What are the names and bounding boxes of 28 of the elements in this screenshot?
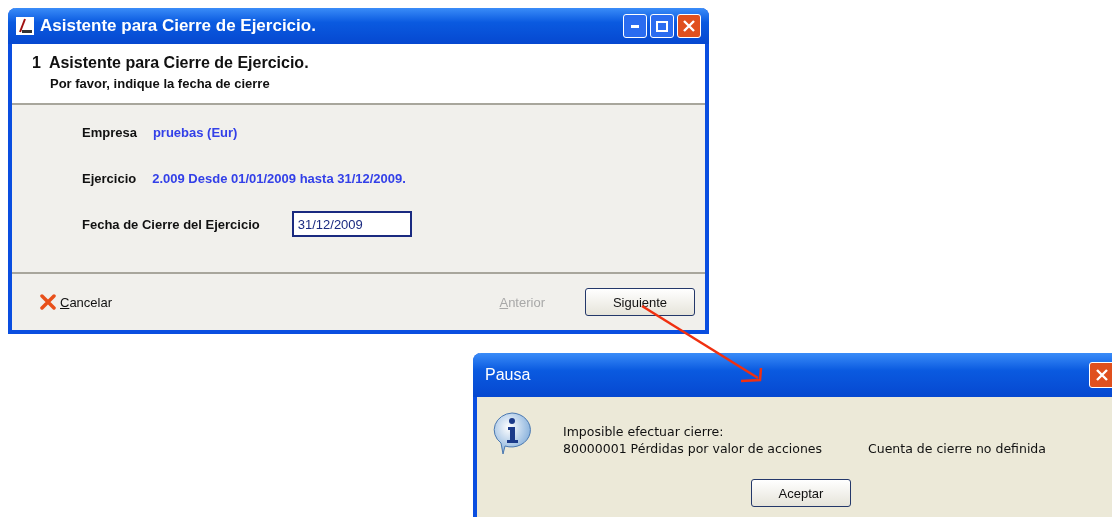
- date-input-field[interactable]: 31/12/2009: [291, 211, 412, 237]
- close-icon: [1096, 369, 1108, 381]
- minimize-button[interactable]: [623, 14, 647, 38]
- minimize-icon: [631, 24, 639, 28]
- maximize-icon: [656, 20, 668, 32]
- message-text: Imposible efectuar cierre:: [563, 423, 725, 440]
- field-value: pruebas (Eur): [152, 124, 238, 140]
- close-button[interactable]: [1089, 362, 1112, 388]
- window-title: Asistente para Cierre de Ejercicio.: [40, 16, 316, 36]
- dialog-title: Pausa: [485, 366, 531, 384]
- accept-button[interactable]: Aceptar: [751, 479, 851, 507]
- close-icon: [683, 20, 695, 32]
- cross-icon: [40, 294, 56, 310]
- field-label: Empresa: [82, 124, 137, 140]
- field-value: 2.009 Desde 01/01/2009 hasta 31/12/2009.: [152, 170, 406, 186]
- step-number: 1: [32, 54, 41, 72]
- maximize-button[interactable]: [650, 14, 674, 38]
- wizard-button[interactable]: Siguiente: [585, 288, 695, 316]
- field-label: Ejercicio: [82, 170, 137, 186]
- close-button[interactable]: [677, 14, 701, 38]
- app-icon: [16, 17, 34, 35]
- wizard-button[interactable]: Cancelar: [40, 294, 113, 310]
- wizard-subtitle: Por favor, indique la fecha de cierre: [50, 76, 271, 91]
- wizard-title: Asistente para Cierre de Ejercicio.: [48, 54, 309, 72]
- account-text: 80000001 Pérdidas por valor de acciones: [563, 440, 823, 457]
- info-icon: [491, 411, 533, 455]
- status-text: Cuenta de cierre no definida: [868, 440, 1046, 457]
- field-label: Fecha de Cierre del Ejercicio: [82, 216, 260, 232]
